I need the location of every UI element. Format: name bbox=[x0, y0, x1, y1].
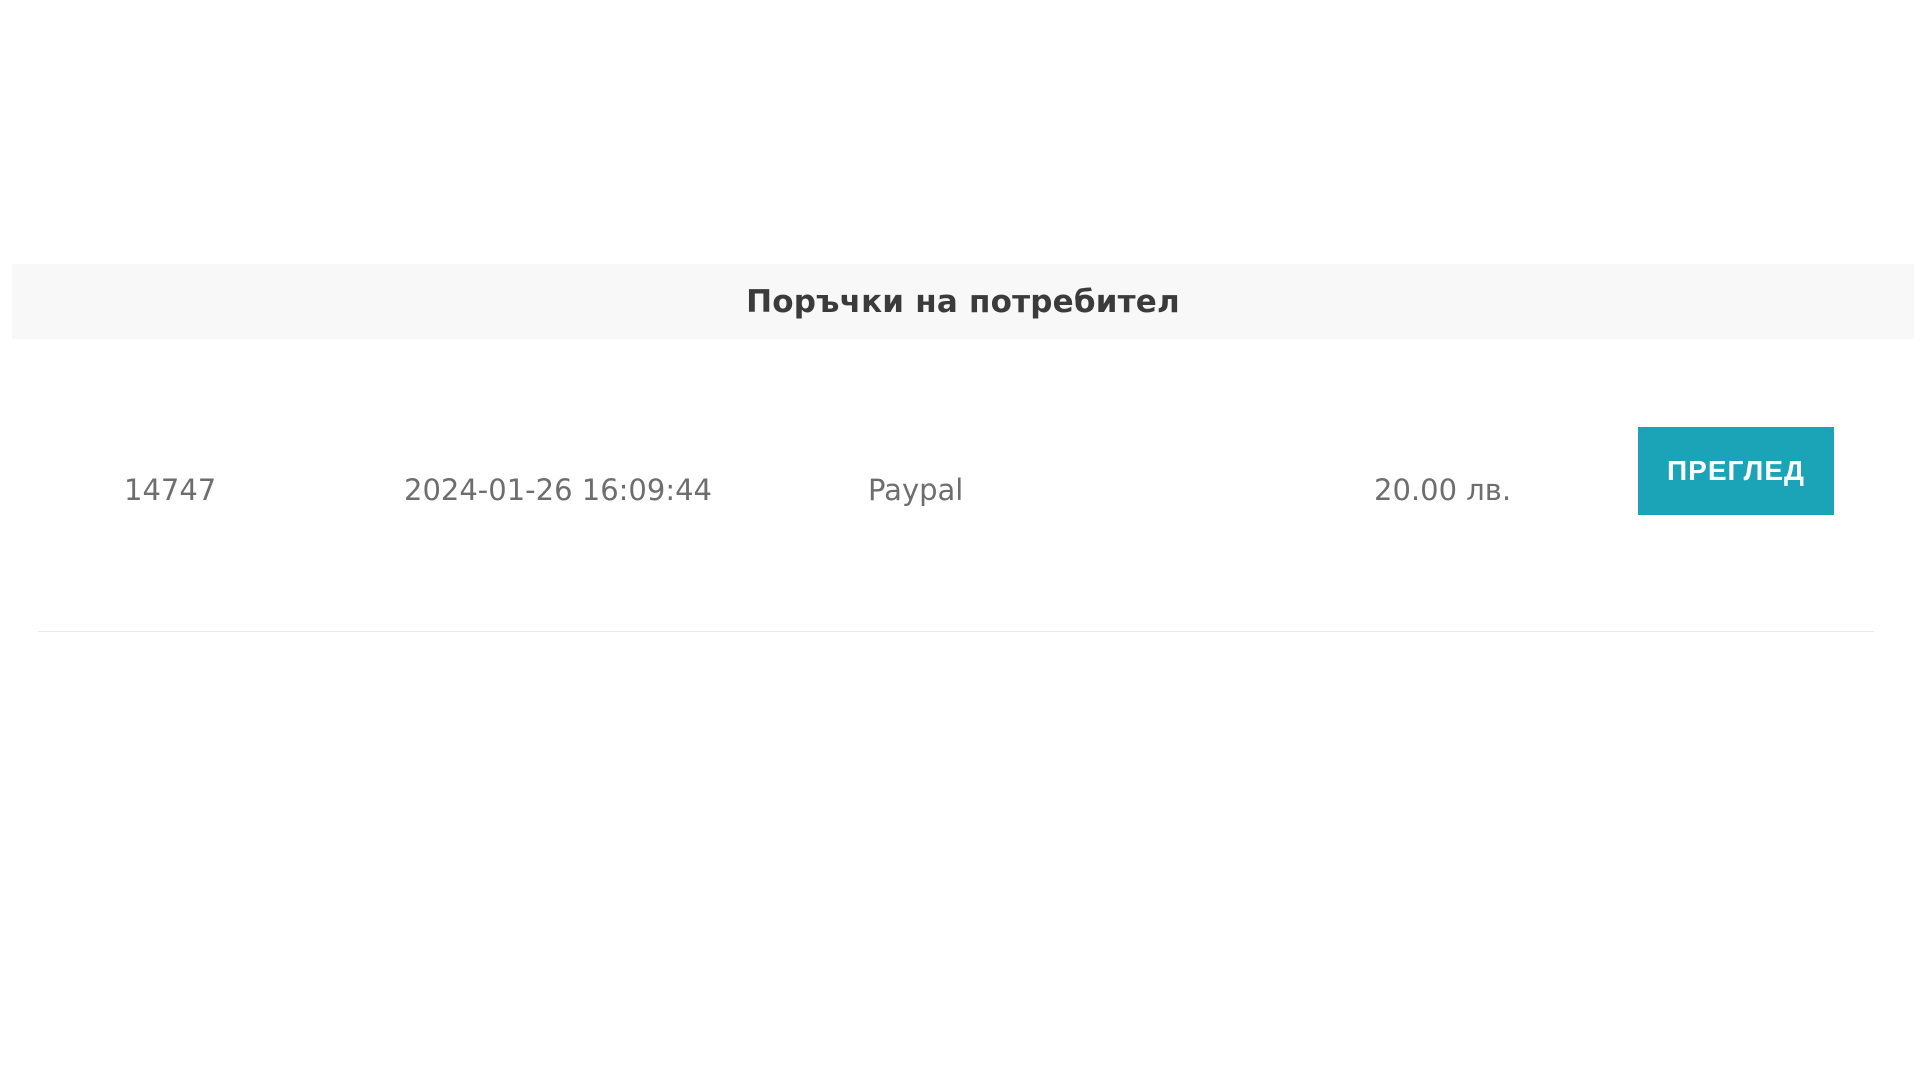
order-date: 2024-01-26 16:09:44 bbox=[404, 473, 712, 507]
table-row: 14747 2024-01-26 16:09:44 Paypal 20.00 л… bbox=[38, 339, 1874, 632]
view-order-button[interactable]: ПРЕГЛЕД bbox=[1638, 427, 1834, 515]
order-total: 20.00 лв. bbox=[1374, 473, 1512, 507]
page-title: Поръчки на потребител bbox=[746, 283, 1180, 320]
payment-method: Paypal bbox=[868, 473, 964, 507]
orders-panel: Поръчки на потребител 14747 2024-01-26 1… bbox=[12, 264, 1914, 659]
orders-table: 14747 2024-01-26 16:09:44 Paypal 20.00 л… bbox=[12, 339, 1914, 659]
panel-header: Поръчки на потребител bbox=[12, 264, 1914, 339]
order-id: 14747 bbox=[124, 473, 217, 507]
